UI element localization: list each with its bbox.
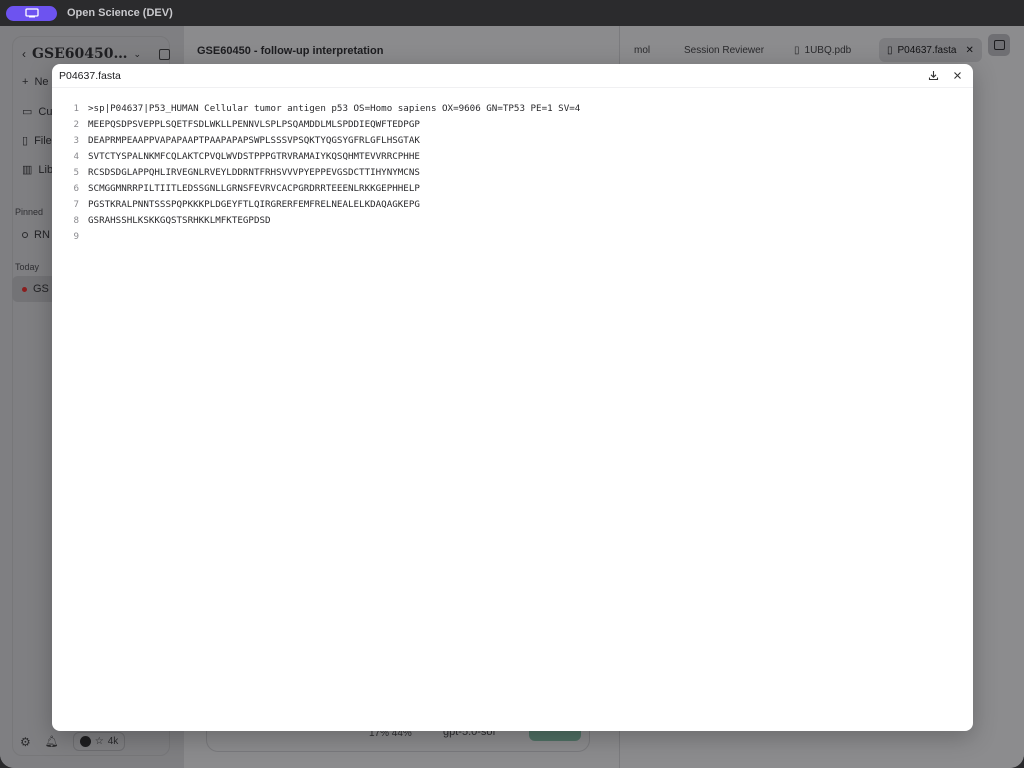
code-line: 5 RCSDSDGLAPPQHLIRVEGNLRVEYLDDRNTFRHSVVVP…: [52, 164, 973, 180]
code-line: 2 MEEPQSDPSVEPPLSQETFSDLWKLLPENNVLSPLPSQA…: [52, 116, 973, 132]
line-text: GSRAHSSHLKSKKGQSTSRHKKLMFKTEGPDSD: [88, 214, 271, 226]
sidebar-toggle-icon[interactable]: [159, 48, 170, 60]
sidebar-right-icon: [993, 40, 1005, 50]
line-text: DEAPRMPEAAPPVAPAPAAPTPAAPAPAPSWPLSSSVPSQ…: [88, 134, 420, 146]
code-line: 1 >sp|P04637|P53_HUMAN Cellular tumor ant…: [52, 100, 973, 116]
line-number: 6: [73, 182, 79, 194]
tab-1ubq-pdb[interactable]: ▯ 1UBQ.pdb: [786, 38, 859, 62]
sidebar-footer: ⚙ 🔔︎ ☆ 4k: [20, 732, 126, 751]
sidebar-item-cu[interactable]: ▭ Cu: [22, 105, 53, 119]
tab-label: P04637.fasta: [897, 44, 957, 56]
code-line: 8 GSRAHSSHLKSKKGQSTSRHKKLMFKTEGPDSD: [52, 212, 973, 228]
circle-icon: [22, 232, 28, 238]
sidebar-item-library[interactable]: ▥ Lib: [22, 163, 54, 177]
github-stars-button[interactable]: ☆ 4k: [72, 732, 126, 751]
file-preview-modal: P04637.fasta 1 >sp|P04637|P53_HUMAN Cellu…: [52, 64, 973, 731]
gear-icon[interactable]: ⚙: [20, 735, 31, 749]
close-icon[interactable]: ✕: [965, 45, 973, 56]
title-bar: Open Science (DEV): [0, 0, 1024, 26]
download-icon: [928, 70, 938, 80]
session-item[interactable]: GS: [22, 283, 49, 295]
file-icon: ▯: [794, 44, 800, 56]
fasta-content: 1 >sp|P04637|P53_HUMAN Cellular tumor ant…: [52, 100, 973, 244]
github-icon: [79, 736, 91, 747]
line-text: SCMGGMNRRPILTIITLEDSSGNLLGRNSFEVRVCACPGR…: [88, 182, 420, 194]
workspace-header[interactable]: ‹ GSE60450… ⌄: [22, 46, 170, 62]
line-text: SVTCTYSPALNKMFCQLAKTCPVQLWVDSTPPPGTRVRAM…: [88, 150, 420, 162]
file-icon: ▯: [887, 44, 893, 56]
plus-icon: +: [22, 76, 29, 88]
pinned-item[interactable]: RN: [22, 229, 50, 241]
book-icon: ▥: [22, 164, 33, 176]
tab-mol[interactable]: mol: [626, 38, 658, 62]
line-number: 7: [73, 198, 79, 210]
sidebar-item-label: Cu: [38, 105, 53, 118]
line-number: 8: [73, 214, 79, 226]
panel-toggle-button[interactable]: [988, 34, 1010, 56]
sidebar-item-new[interactable]: + Ne: [22, 76, 49, 88]
close-icon: [953, 71, 961, 79]
chevron-down-icon[interactable]: ⌄: [133, 49, 141, 60]
today-heading: Today: [15, 262, 40, 272]
code-line: 7 PGSTKRALPNNTSSSPQPKKKPLDGEYFTLQIRGRERFE…: [52, 196, 973, 212]
briefcase-icon: ▭: [22, 106, 33, 118]
chevron-left-icon[interactable]: ‹: [22, 47, 26, 61]
sidebar-item-label: Lib: [38, 163, 54, 176]
close-button[interactable]: [950, 68, 964, 82]
tab-label: Session Reviewer: [684, 44, 765, 56]
workspace-name[interactable]: GSE60450…: [32, 46, 127, 62]
app-badge[interactable]: [6, 5, 57, 21]
sidebar-item-label: File: [34, 134, 52, 147]
code-line: 4 SVTCTYSPALNKMFCQLAKTCPVQLWVDSTPPPGTRVRA…: [52, 148, 973, 164]
modal-header: P04637.fasta: [52, 64, 973, 88]
line-number: 4: [73, 150, 79, 162]
file-icon: ▯: [22, 135, 29, 147]
bell-icon[interactable]: 🔔︎: [45, 735, 59, 748]
modal-title: P04637.fasta: [59, 69, 121, 82]
line-number: 2: [73, 118, 79, 130]
app-title: Open Science (DEV): [67, 7, 173, 19]
download-button[interactable]: [926, 68, 940, 82]
line-text: RCSDSDGLAPPQHLIRVEGNLRVEYLDDRNTFRHSVVVPY…: [88, 166, 420, 178]
line-number: 3: [73, 134, 79, 146]
sidebar-item-files[interactable]: ▯ File: [22, 134, 52, 148]
monitor-icon: [24, 8, 39, 18]
tab-label: mol: [634, 44, 651, 56]
tab-p04637-fasta[interactable]: ▯ P04637.fasta ✕: [879, 38, 982, 62]
conversation-title: GSE60450 - follow-up interpretation: [197, 45, 384, 57]
line-number: 9: [73, 230, 79, 242]
pinned-item-label: RN: [34, 229, 50, 241]
line-number: 5: [73, 166, 79, 178]
stars-count: 4k: [107, 736, 119, 747]
line-text: PGSTKRALPNNTSSSPQPKKKPLDGEYFTLQIRGRERFEM…: [88, 198, 420, 210]
modal-actions: [926, 68, 964, 82]
app-window: ‹ GSE60450… ⌄ + Ne ▭ Cu ▯ File ▥ Lib Pin…: [0, 26, 1024, 768]
pinned-heading: Pinned: [15, 207, 44, 217]
tab-label: 1UBQ.pdb: [804, 44, 852, 56]
sidebar-item-label: Ne: [34, 76, 49, 88]
tab-session-reviewer[interactable]: Session Reviewer: [676, 38, 772, 62]
code-line: 9: [52, 228, 973, 244]
line-number: 1: [73, 102, 79, 114]
code-line: 3 DEAPRMPEAAPPVAPAPAAPTPAAPAPAPSWPLSSSVPS…: [52, 132, 973, 148]
status-dot-icon: [22, 286, 27, 292]
star-icon: ☆: [94, 736, 104, 747]
code-line: 6 SCMGGMNRRPILTIITLEDSSGNLLGRNSFEVRVCACPG…: [52, 180, 973, 196]
line-text: >sp|P04637|P53_HUMAN Cellular tumor anti…: [88, 102, 581, 114]
line-text: MEEPQSDPSVEPPLSQETFSDLWKLLPENNVLSPLPSQAM…: [88, 118, 420, 130]
session-item-label: GS: [33, 283, 49, 295]
